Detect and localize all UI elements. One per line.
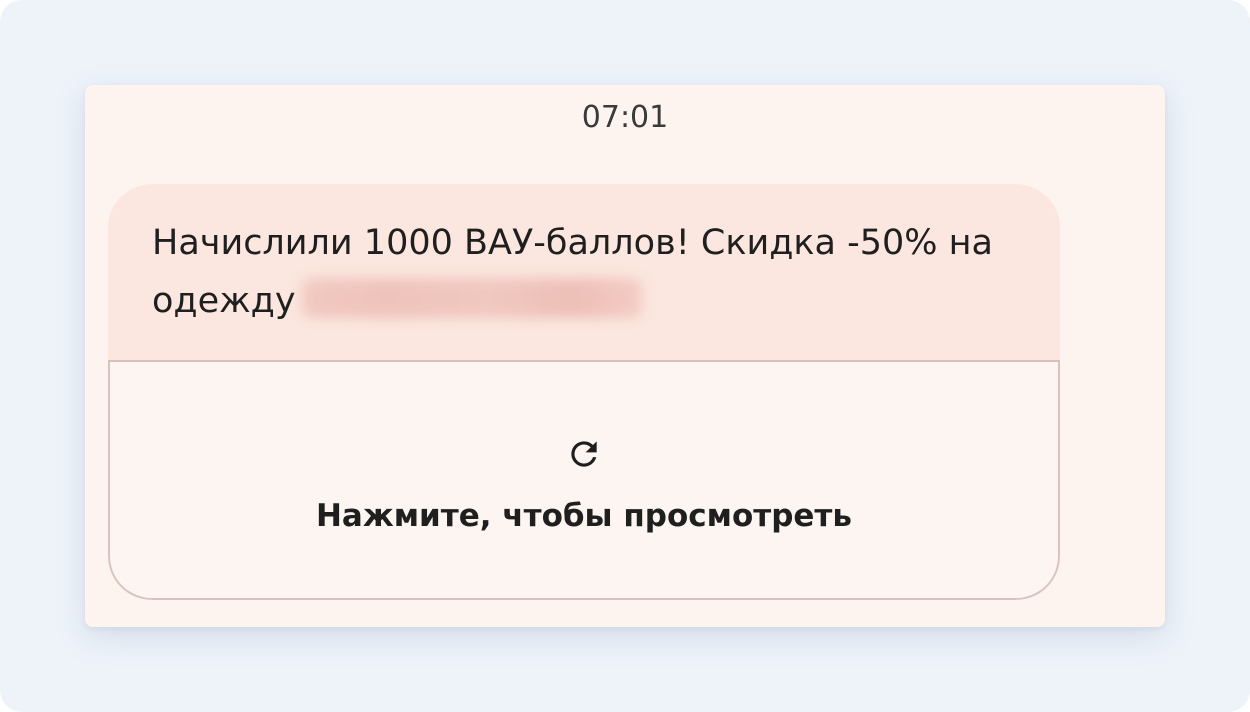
blurred-link [301,278,642,318]
refresh-icon [571,441,597,467]
tap-to-view-button[interactable]: Нажмите, чтобы просмотреть [108,360,1060,600]
message-body: Начислили 1000 ВАУ-баллов! Скидка -50% н… [108,184,1060,361]
message-text-container: Начислили 1000 ВАУ-баллов! Скидка -50% н… [152,214,1012,330]
tap-to-view-label: Нажмите, чтобы просмотреть [315,498,853,534]
page-background: 07:01 Начислили 1000 ВАУ-баллов! Скидка … [0,0,1250,712]
message-timestamp: 07:01 [581,100,669,135]
message-bubble: Начислили 1000 ВАУ-баллов! Скидка -50% н… [108,184,1060,600]
